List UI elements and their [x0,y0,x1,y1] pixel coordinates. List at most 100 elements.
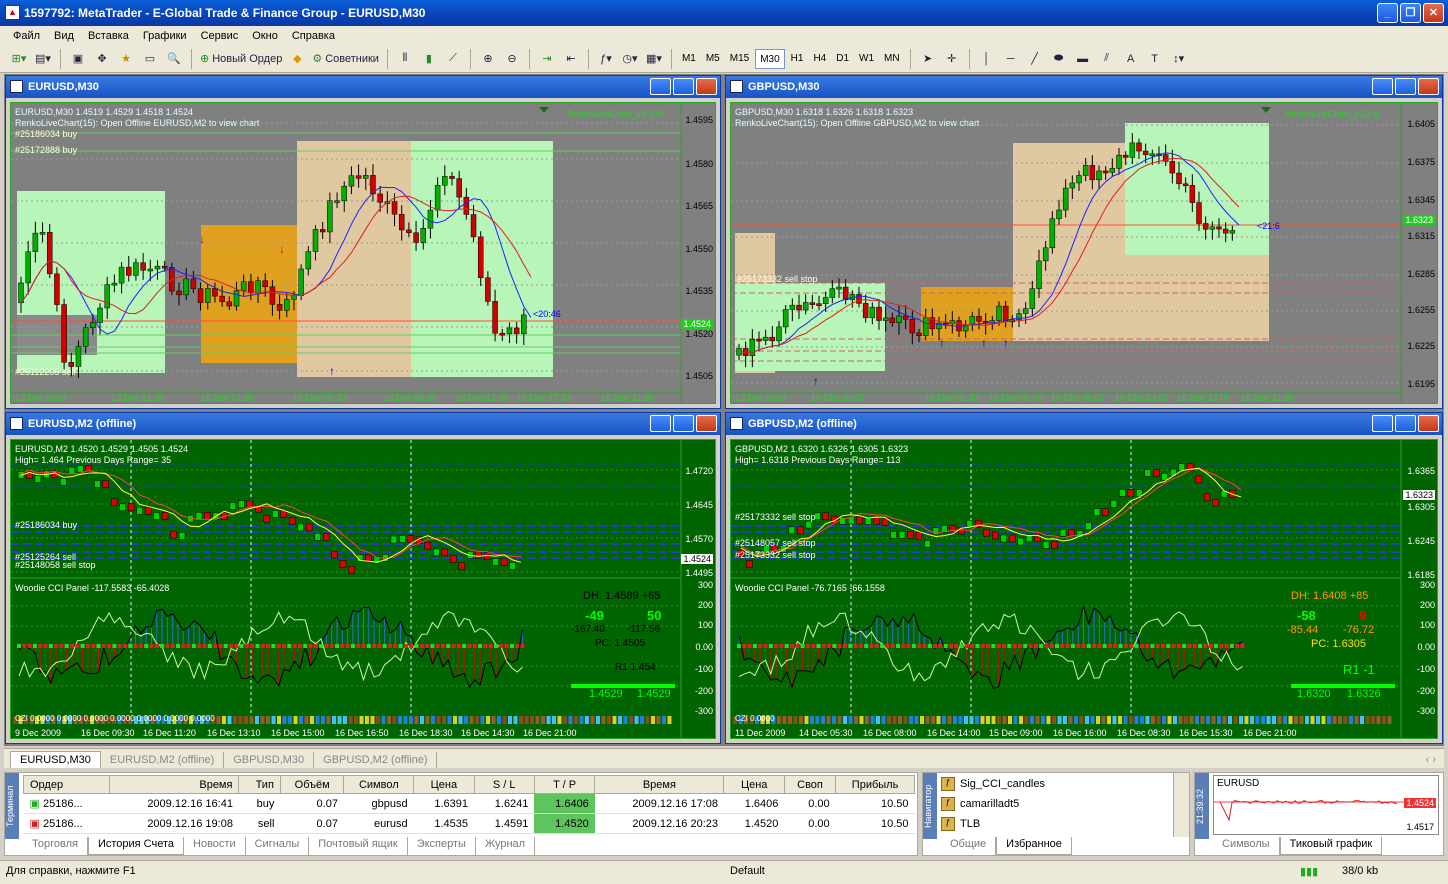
tab-gbpusd-m30[interactable]: GBPUSD,M30 [224,752,315,768]
window-minimize-button[interactable] [650,78,671,95]
tab-account-history[interactable]: История Счета [87,837,185,855]
trendline-icon[interactable]: ╱ [1024,48,1046,70]
ellipse-icon[interactable]: ⬬ [1048,48,1070,70]
window-close-button[interactable] [1418,415,1439,432]
window-maximize-button[interactable] [673,415,694,432]
zoom-out-icon[interactable]: ⊖ [501,48,523,70]
tab-eurusd-m2[interactable]: EURUSD,M2 (offline) [101,752,225,768]
window-minimize-button[interactable] [1372,415,1393,432]
navigator-item[interactable]: ƒ Sig_CCI_candles [941,777,1045,791]
column-header[interactable]: Тип [238,775,281,794]
tick-chart[interactable]: EURUSD 1.4524 1.4517 [1213,775,1439,835]
metaeditor-icon[interactable]: ◆ [286,48,308,70]
table-row[interactable]: ▣ 25186... 2009.12.16 16:41 buy 0.07 gbp… [23,793,915,814]
profiles-icon[interactable]: ▤▾ [32,48,54,70]
window-titlebar[interactable]: EURUSD,M2 (offline) [6,413,720,435]
menu-help[interactable]: Справка [285,30,342,42]
renko-chart[interactable]: GBPUSD,M2 1.6320 1.6326 1.6305 1.6323 Hi… [730,439,1438,739]
column-header[interactable]: Цена [723,775,785,794]
navigator-icon[interactable]: ★ [115,48,137,70]
timeframe-m1[interactable]: M1 [678,49,700,69]
column-header[interactable]: Объём [279,775,345,794]
chart-window-eurusd-m2[interactable]: EURUSD,M2 (offline) EURUSD,M2 1.4520 1.4… [5,412,721,744]
column-header[interactable]: Ордер [22,775,111,794]
new-chart-icon[interactable]: ⊞▾ [8,48,30,70]
minimize-button[interactable]: _ [1377,3,1398,23]
timeframe-mn[interactable]: MN [880,49,904,69]
navigator-item[interactable]: ƒ camarilladt5 [941,797,1019,811]
text-tool-icon[interactable]: A [1120,48,1142,70]
tab-tick-chart[interactable]: Тиковый график [1279,837,1383,855]
window-maximize-button[interactable] [1395,78,1416,95]
column-header[interactable]: S / L [473,775,535,794]
timeframe-m15[interactable]: M15 [726,49,753,69]
chart-shift-icon[interactable]: ⇤ [560,48,582,70]
window-titlebar[interactable]: GBPUSD,M2 (offline) [726,413,1442,435]
window-close-button[interactable] [1418,78,1439,95]
tester-icon[interactable]: 🔍 [163,48,185,70]
text-label-icon[interactable]: T [1144,48,1166,70]
column-header[interactable]: Время [109,775,240,794]
tab-favorites[interactable]: Избранное [996,837,1072,855]
timeframe-m30[interactable]: M30 [755,48,785,69]
price-chart[interactable]: ↑ ↑ ↑ ↑ GBPUSD,M30 1.6318 1.6326 1.6318 1.6… [730,102,1438,404]
close-button[interactable]: ✕ [1423,3,1444,23]
bar-chart-icon[interactable]: ⫴ [394,48,416,70]
window-minimize-button[interactable] [1372,78,1393,95]
menu-file[interactable]: Файл [6,30,47,42]
timeframe-m5[interactable]: M5 [702,49,724,69]
zoom-in-icon[interactable]: ⊕ [477,48,499,70]
new-order-button[interactable]: ⊕ Новый Ордер [198,48,284,70]
chart-window-gbpusd-m30[interactable]: GBPUSD,M30 ↑ ↑ ↑ ↑ GBPUSD,M30 1.6318 1.6326… [725,75,1443,409]
periods-icon[interactable]: ◷▾ [619,48,641,70]
experts-button[interactable]: ⚙ Советники [310,48,381,70]
line-chart-icon[interactable]: ⟋ [442,48,464,70]
tab-signals[interactable]: Сигналы [246,837,310,855]
chart-window-eurusd-m30[interactable]: EURUSD,M30 ↓ ↓ ↓ ↑ EURUSD,M30 1.4519 1.4529… [5,75,721,409]
window-titlebar[interactable]: GBPUSD,M30 [726,76,1442,98]
templates-icon[interactable]: ▦▾ [643,48,665,70]
navigator-item[interactable]: ƒ TLB [941,817,980,831]
column-header[interactable]: Символ [343,775,415,794]
window-titlebar[interactable]: EURUSD,M30 [6,76,720,98]
window-maximize-button[interactable] [673,78,694,95]
restore-button[interactable]: ❐ [1400,3,1421,23]
auto-scroll-icon[interactable]: ⇥ [536,48,558,70]
crosshair-icon[interactable]: ✛ [941,48,963,70]
column-header[interactable]: Время [594,775,725,794]
tab-experts[interactable]: Эксперты [408,837,476,855]
timeframe-h1[interactable]: H1 [787,49,808,69]
window-minimize-button[interactable] [650,415,671,432]
timeframe-w1[interactable]: W1 [855,49,878,69]
menu-window[interactable]: Окно [245,30,285,42]
vertical-line-icon[interactable]: │ [976,48,998,70]
rectangle-icon[interactable]: ▬ [1072,48,1094,70]
indicators-icon[interactable]: ƒ▾ [595,48,617,70]
tab-mailbox[interactable]: Почтовый ящик [309,837,408,855]
table-row[interactable]: ▣ 25186... 2009.12.16 19:08 sell 0.07 eu… [23,813,915,834]
renko-chart[interactable]: EURUSD,M2 1.4520 1.4529 1.4505 1.4524 Hi… [10,439,716,739]
timeframe-d1[interactable]: D1 [832,49,853,69]
candle-chart-icon[interactable]: ▮ [418,48,440,70]
menu-view[interactable]: Вид [47,30,81,42]
tab-journal[interactable]: Журнал [476,837,536,855]
terminal-icon[interactable]: ▭ [139,48,161,70]
horizontal-line-icon[interactable]: ─ [1000,48,1022,70]
arrows-icon[interactable]: ↕▾ [1168,48,1190,70]
equidistant-channel-icon[interactable]: ⫽ [1096,48,1118,70]
price-chart[interactable]: ↓ ↓ ↓ ↑ EURUSD,M30 1.4519 1.4529 1.4518 1.4… [10,102,716,404]
data-window-icon[interactable]: ✥ [91,48,113,70]
cursor-icon[interactable]: ➤ [917,48,939,70]
timeframe-h4[interactable]: H4 [809,49,830,69]
window-close-button[interactable] [696,415,717,432]
window-close-button[interactable] [696,78,717,95]
window-maximize-button[interactable] [1395,415,1416,432]
menu-charts[interactable]: Графики [136,30,194,42]
tab-common[interactable]: Общие [941,837,997,855]
tab-gbpusd-m2[interactable]: GBPUSD,M2 (offline) [314,752,438,768]
menu-insert[interactable]: Вставка [81,30,136,42]
column-header[interactable]: Цена [413,775,475,794]
tab-symbols[interactable]: Символы [1213,837,1280,855]
column-header[interactable]: T / P [533,775,596,794]
tab-news[interactable]: Новости [184,837,246,855]
